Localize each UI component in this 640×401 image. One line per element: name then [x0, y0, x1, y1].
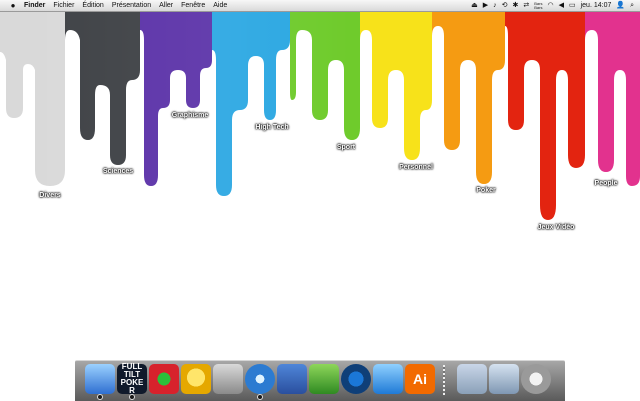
menu-fenetre[interactable]: Fenêtre	[177, 2, 209, 9]
desktop-label-people[interactable]: People	[595, 180, 618, 187]
wifi-icon[interactable]: ◠	[547, 2, 553, 9]
illustrator-text: Ai	[413, 371, 427, 387]
dock-applications-folder-icon[interactable]	[457, 364, 487, 394]
dock-safari-compass-icon[interactable]	[245, 364, 275, 400]
desktop-label-graphisme[interactable]: Graphisme	[172, 112, 209, 119]
user-icon[interactable]: 👤	[616, 2, 625, 9]
sync-icon[interactable]: ⇄	[523, 2, 529, 9]
dock-contacts-person-icon[interactable]	[309, 364, 339, 394]
dock-documents-folder-icon[interactable]	[489, 364, 519, 394]
desktop-label-personnel[interactable]: Personnel	[399, 164, 433, 171]
menu-aller[interactable]: Aller	[155, 2, 177, 9]
menu-edition[interactable]: Édition	[78, 2, 107, 9]
dock-app-star-icon[interactable]	[149, 364, 179, 394]
dock-illustrator-icon[interactable]: Ai	[405, 364, 435, 394]
desktop-label-jeux-video[interactable]: Jeux Vidéo	[538, 224, 575, 231]
paint-drip-wallpaper	[0, 0, 640, 230]
dock-mail-icon[interactable]	[277, 364, 307, 394]
desktop-label-poker[interactable]: Poker	[476, 187, 495, 194]
battery-icon[interactable]: ▭	[569, 2, 576, 9]
desktop-label-sciences[interactable]: Sciences	[103, 168, 133, 175]
desktop-label-divers[interactable]: Divers	[39, 192, 60, 199]
music-status-icon[interactable]: ♪	[493, 2, 497, 9]
menu-presentation[interactable]: Présentation	[108, 2, 155, 9]
dock-adium-duck-icon[interactable]	[181, 364, 211, 394]
status-tiny-text[interactable]: Bars Bars	[534, 1, 542, 10]
volume-icon[interactable]: ◀	[559, 2, 564, 9]
dock-separator	[443, 365, 445, 395]
menu-aide[interactable]: Aide	[209, 2, 231, 9]
app-menu-finder[interactable]: Finder	[20, 2, 49, 9]
eject-status-icon[interactable]: ⏏	[471, 2, 478, 9]
dock-trash-icon[interactable]	[521, 364, 551, 394]
running-indicator	[257, 394, 263, 400]
apple-menu-icon[interactable]: ●	[6, 1, 20, 10]
dock-music-notes-icon[interactable]	[373, 364, 403, 394]
dock-itunes-icon[interactable]	[341, 364, 371, 394]
desktop-label-sport[interactable]: Sport	[337, 144, 355, 151]
running-indicator	[129, 394, 135, 400]
dock-installer-icon[interactable]	[213, 364, 243, 394]
spotlight-search-icon[interactable]: ⌕	[630, 2, 634, 9]
time-machine-icon[interactable]: ⟲	[502, 2, 508, 9]
gloss-overlay	[0, 0, 640, 230]
full-tilt-poker-text: FULL TILT POKER	[120, 362, 144, 395]
menu-bar: ● Finder Fichier Édition Présentation Al…	[0, 0, 640, 12]
desktop-label-high-tech[interactable]: High Tech	[255, 124, 288, 131]
bluetooth-icon[interactable]: ✱	[513, 2, 519, 9]
dock: FULL TILT POKER Ai	[75, 360, 565, 401]
play-status-icon[interactable]: ▶	[483, 2, 488, 9]
dock-full-tilt-poker-icon[interactable]: FULL TILT POKER	[117, 362, 147, 400]
menu-fichier[interactable]: Fichier	[49, 2, 78, 9]
menubar-clock[interactable]: jeu. 14:07	[581, 2, 612, 9]
dock-finder-icon[interactable]	[85, 364, 115, 400]
running-indicator	[97, 394, 103, 400]
